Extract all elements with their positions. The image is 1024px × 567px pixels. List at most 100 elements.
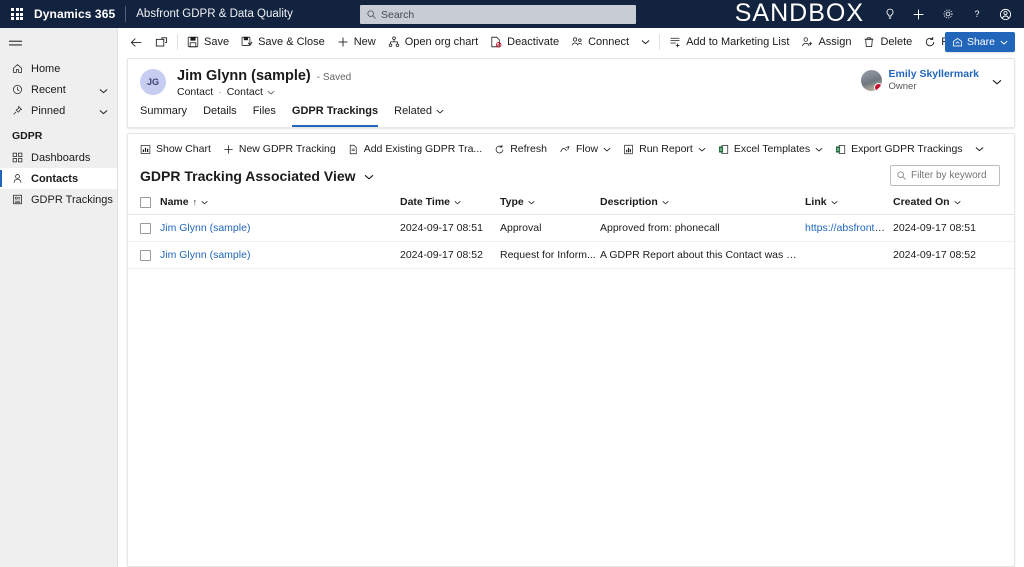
view-selector-row: GDPR Tracking Associated View Filter by … — [128, 161, 1014, 191]
new-button[interactable]: New — [331, 30, 382, 54]
show-chart-button[interactable]: Show Chart — [134, 138, 217, 160]
chevron-down-icon[interactable] — [436, 105, 444, 117]
delete-button[interactable]: Delete — [857, 30, 918, 54]
cell-type: Approval — [500, 214, 600, 242]
flow-button[interactable]: Flow — [553, 138, 617, 160]
add-existing-gdpr-tracking-button[interactable]: Add Existing GDPR Tra... — [342, 138, 488, 160]
run-report-button[interactable]: Run Report — [617, 138, 712, 160]
select-all-header — [128, 191, 160, 215]
chevron-down-icon[interactable] — [992, 72, 1002, 90]
column-header-description[interactable]: Description — [600, 191, 805, 215]
excel-templates-button[interactable]: X Excel Templates — [712, 138, 829, 160]
delete-label: Delete — [880, 36, 913, 48]
command-overflow-chevron[interactable] — [635, 30, 656, 54]
sidebar-item-contacts[interactable]: Contacts — [0, 168, 117, 189]
select-all-checkbox[interactable] — [140, 196, 151, 208]
new-gdpr-tracking-button[interactable]: New GDPR Tracking — [217, 138, 342, 160]
sidebar-item-home[interactable]: Home — [0, 58, 117, 79]
help-icon[interactable]: ? — [962, 0, 991, 28]
chevron-down-icon[interactable] — [831, 196, 838, 208]
chevron-down-icon[interactable] — [528, 196, 535, 208]
column-header-name[interactable]: Name ↑ — [160, 191, 400, 215]
deactivate-button[interactable]: Deactivate — [484, 30, 565, 54]
external-link[interactable]: https://absfrontgdpr-... — [805, 222, 893, 234]
chevron-down-icon[interactable] — [201, 196, 208, 208]
owner-name-label[interactable]: Emily Skyllermark — [889, 68, 979, 81]
product-brand-label[interactable]: Dynamics 365 — [34, 7, 125, 21]
chevron-down-icon[interactable] — [954, 196, 961, 208]
save-status-label: - Saved — [316, 72, 352, 83]
row-checkbox[interactable] — [140, 249, 151, 261]
chevron-down-icon[interactable] — [1000, 40, 1008, 45]
open-org-chart-button[interactable]: Open org chart — [382, 30, 484, 54]
lightbulb-icon[interactable] — [875, 0, 904, 28]
sidebar-item-pinned[interactable]: Pinned — [0, 100, 117, 121]
assign-button[interactable]: Assign — [795, 30, 857, 54]
table-row[interactable]: Jim Glynn (sample) 2024-09-17 08:52 Requ… — [128, 241, 1014, 269]
save-and-close-button[interactable]: Save & Close — [235, 30, 331, 54]
home-icon — [12, 63, 27, 74]
save-button[interactable]: Save — [181, 30, 235, 54]
add-to-marketing-list-button[interactable]: Add to Marketing List — [663, 30, 795, 54]
tab-details[interactable]: Details — [203, 105, 237, 127]
column-label: Link — [805, 196, 827, 208]
excel-templates-label: Excel Templates — [733, 143, 811, 155]
chevron-down-icon[interactable] — [454, 196, 461, 208]
delete-icon — [863, 36, 875, 48]
table-row[interactable]: Jim Glynn (sample) 2024-09-17 08:51 Appr… — [128, 214, 1014, 242]
subgrid-refresh-button[interactable]: Refresh — [488, 138, 553, 160]
column-label: Date Time — [400, 196, 450, 208]
column-header-date-time[interactable]: Date Time — [400, 191, 500, 215]
cell-name: Jim Glynn (sample) — [160, 214, 400, 242]
sidebar-item-recent[interactable]: Recent — [0, 79, 117, 100]
chevron-down-icon[interactable] — [662, 196, 669, 208]
sort-ascending-icon: ↑ — [192, 197, 198, 207]
global-search-input[interactable]: Search — [360, 5, 636, 24]
popout-icon[interactable] — [149, 30, 174, 54]
tab-gdpr-trackings[interactable]: GDPR Trackings — [291, 105, 379, 127]
column-header-link[interactable]: Link — [805, 191, 893, 215]
chevron-down-icon[interactable] — [815, 143, 823, 155]
connect-button[interactable]: Connect — [565, 30, 635, 54]
gear-icon[interactable] — [933, 0, 962, 28]
row-select-cell — [128, 241, 160, 269]
tab-label: Details — [203, 105, 237, 117]
chevron-down-icon[interactable] — [603, 143, 611, 155]
record-link[interactable]: Jim Glynn (sample) — [160, 249, 250, 261]
chevron-down-icon[interactable] — [267, 86, 275, 98]
sidebar-item-dashboards[interactable]: Dashboards — [0, 147, 117, 168]
form-name-label[interactable]: Contact — [227, 86, 263, 98]
global-search-placeholder: Search — [381, 8, 415, 21]
view-chevron-down-icon[interactable] — [364, 167, 374, 185]
record-titles: Jim Glynn (sample) - Saved Contact · Con… — [177, 68, 351, 98]
tab-related[interactable]: Related — [394, 105, 444, 127]
column-header-type[interactable]: Type — [500, 191, 600, 215]
account-icon[interactable] — [991, 0, 1020, 28]
export-gdpr-trackings-button[interactable]: X Export GDPR Trackings — [829, 138, 968, 160]
plus-icon[interactable] — [904, 0, 933, 28]
app-launcher-icon[interactable] — [0, 0, 34, 28]
tab-summary[interactable]: Summary — [140, 105, 187, 127]
brand-divider — [125, 6, 127, 22]
app-name-label[interactable]: Absfront GDPR & Data Quality — [136, 8, 293, 20]
cell-link: https://absfrontgdpr-... — [805, 214, 893, 242]
sidebar-item-gdpr-trackings[interactable]: GDPR Trackings — [0, 189, 117, 210]
filter-input[interactable]: Filter by keyword — [890, 165, 1000, 186]
record-link[interactable]: Jim Glynn (sample) — [160, 222, 250, 234]
share-button[interactable]: Share — [944, 32, 1015, 52]
chevron-down-icon[interactable] — [99, 85, 108, 97]
site-map-sidebar: Home Recent Pinned GDPR Dashboards Conta… — [0, 28, 118, 567]
chevron-down-icon[interactable] — [698, 143, 706, 155]
chevron-down-icon[interactable] — [99, 106, 108, 118]
row-checkbox[interactable] — [140, 222, 151, 234]
menu-icon[interactable] — [0, 30, 117, 58]
column-header-created-on[interactable]: Created On — [893, 191, 1014, 215]
column-label: Created On — [893, 196, 950, 208]
owner-field[interactable]: Emily Skyllermark Owner — [860, 68, 1002, 93]
view-title: GDPR Tracking Associated View — [140, 168, 356, 184]
back-arrow-icon[interactable] — [124, 30, 149, 54]
export-excel-icon: X — [835, 144, 846, 155]
subgrid-overflow-chevron[interactable] — [969, 138, 990, 160]
tab-files[interactable]: Files — [253, 105, 276, 127]
share-icon — [952, 37, 963, 48]
